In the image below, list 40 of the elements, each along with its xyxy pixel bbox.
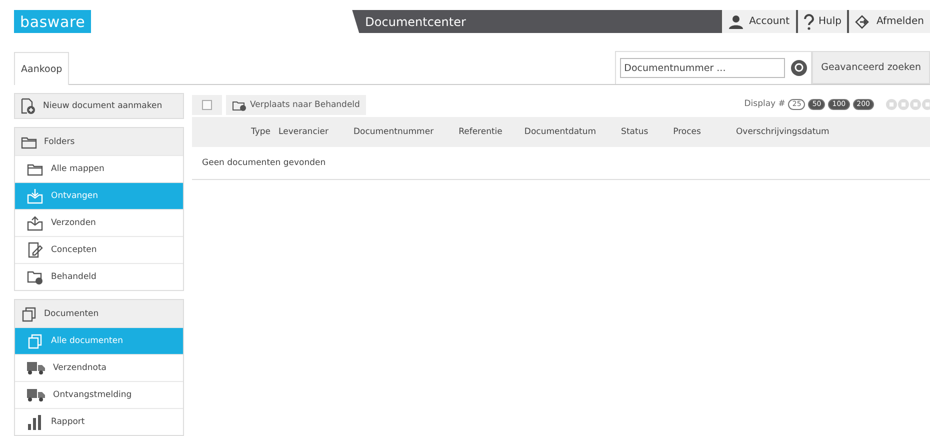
select-all-checkbox[interactable]: [202, 100, 212, 110]
section-title: Documenten: [44, 308, 99, 318]
header-link[interactable]: Hulp: [796, 10, 848, 33]
column-header[interactable]: Status: [621, 127, 648, 137]
column-header[interactable]: Documentnummer: [353, 127, 434, 137]
empty-message: Geen documenten gevonden: [202, 158, 326, 168]
edit-document-icon: [27, 242, 43, 258]
folder-check-icon: [27, 269, 43, 285]
truck-icon: [27, 388, 45, 402]
new-document-icon: [21, 98, 35, 114]
outbox-icon: [27, 215, 43, 231]
help-icon: [804, 14, 814, 30]
header-link[interactable]: Account: [720, 10, 796, 33]
inbox-icon: [27, 188, 43, 204]
documents-icon: [27, 333, 43, 349]
column-header[interactable]: Type: [251, 127, 271, 137]
section-title: Folders: [44, 136, 75, 146]
column-header[interactable]: Documentdatum: [524, 127, 596, 137]
advanced-search-button[interactable]: Geavanceerd zoeken: [812, 51, 930, 84]
header-link[interactable]: Afmelden: [847, 10, 930, 33]
user-icon: [728, 14, 744, 28]
search-icon[interactable]: [791, 60, 808, 76]
column-header[interactable]: Leverancier: [278, 127, 328, 137]
logo: basware: [14, 10, 92, 33]
logout-icon: [855, 14, 872, 28]
tab[interactable]: Aankoop: [14, 52, 70, 85]
bar-chart-icon: [27, 414, 43, 430]
search-field[interactable]: Documentnummer ...: [620, 58, 786, 78]
column-header[interactable]: Proces: [673, 127, 701, 137]
new-document-button[interactable]: Nieuw document aanmaken: [14, 93, 184, 119]
section-header[interactable]: Folders: [15, 128, 183, 155]
pagination-controls-drawing: [886, 98, 930, 110]
folder-move-icon: [232, 99, 246, 111]
move-button[interactable]: Verplaats naar Behandeld: [226, 95, 366, 115]
display-label: Display #: [744, 99, 786, 109]
documents-icon: [21, 306, 37, 322]
column-header[interactable]: Referentie: [458, 127, 502, 137]
truck-icon: [27, 361, 45, 375]
column-header[interactable]: Overschrijvingsdatum: [736, 127, 830, 137]
section-header[interactable]: Documenten: [15, 300, 183, 327]
